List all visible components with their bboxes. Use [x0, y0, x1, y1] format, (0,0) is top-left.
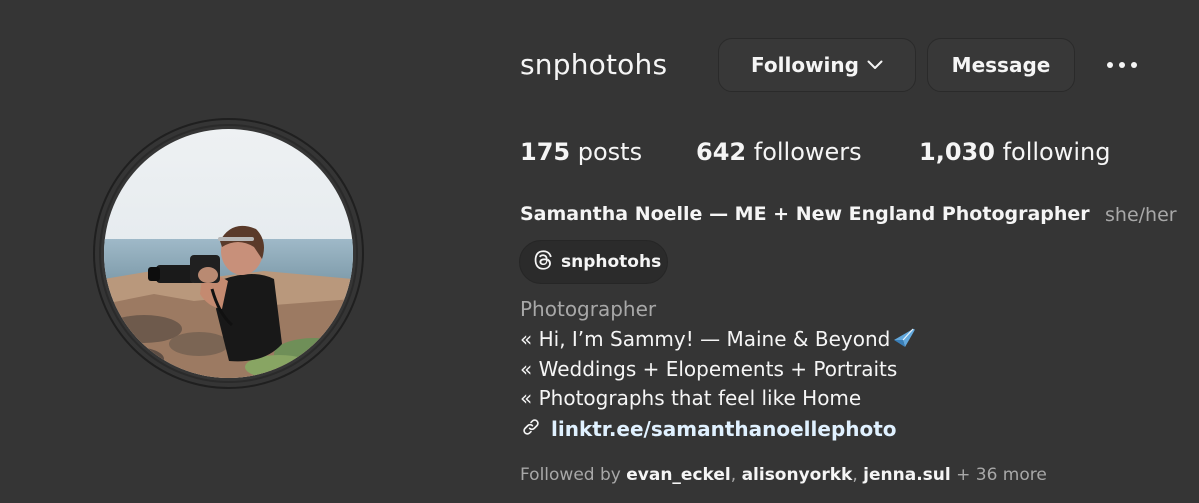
bio-link[interactable]: linktr.ee/samanthanoellephoto [520, 416, 897, 442]
following-button[interactable]: Following [718, 38, 916, 92]
link-icon [520, 416, 542, 442]
following-label: following [1002, 138, 1111, 166]
followers-count: 642 [696, 138, 747, 166]
separator: , [730, 465, 742, 485]
more-dot [1131, 62, 1137, 68]
more-dot [1107, 62, 1113, 68]
profile-category: Photographer [520, 297, 657, 321]
bio-line: « Hi, I’m Sammy! — Maine & Beyond [520, 327, 916, 354]
avatar-photo [104, 129, 353, 378]
threads-icon [532, 249, 554, 276]
avatar[interactable] [104, 129, 353, 378]
more-options-icon[interactable] [1098, 53, 1146, 77]
threads-handle: snphotohs [561, 252, 662, 272]
followed-by-prefix: Followed by [520, 465, 621, 485]
threads-badge[interactable]: snphotohs [519, 240, 668, 284]
followed-by[interactable]: Followed by evan_eckel, alisonyorkk, jen… [520, 465, 1047, 485]
followers-label: followers [753, 138, 862, 166]
profile-username: snphotohs [520, 48, 668, 81]
separator: , [852, 465, 864, 485]
bio-line: « Weddings + Elopements + Portraits [520, 357, 898, 381]
following-stat[interactable]: 1,030 following [919, 138, 1110, 166]
more-dot [1119, 62, 1125, 68]
avatar-ring-inner [99, 124, 358, 383]
mutual-follower[interactable]: jenna.sul [863, 465, 951, 485]
posts-label: posts [577, 138, 643, 166]
airplane-emoji [892, 327, 916, 354]
mutual-follower[interactable]: evan_eckel [626, 465, 731, 485]
following-button-label: Following [751, 53, 859, 77]
profile-full-name: Samantha Noelle — ME + New England Photo… [520, 203, 1090, 225]
message-button-label: Message [951, 53, 1051, 77]
followers-stat[interactable]: 642 followers [696, 138, 862, 166]
followed-by-suffix: + 36 more [956, 465, 1047, 485]
profile-avatar-ring[interactable] [93, 118, 364, 389]
mutual-follower[interactable]: alisonyorkk [742, 465, 853, 485]
bio-line-text: « Hi, I’m Sammy! — Maine & Beyond [520, 327, 891, 351]
message-button[interactable]: Message [927, 38, 1075, 92]
bio-link-text[interactable]: linktr.ee/samanthanoellephoto [551, 417, 897, 441]
profile-header: snphotohs Following Message 175 posts 64… [0, 0, 1199, 503]
posts-stat: 175 posts [520, 138, 642, 166]
following-count: 1,030 [919, 138, 995, 166]
chevron-down-icon [867, 60, 883, 70]
profile-pronouns: she/her [1105, 204, 1177, 226]
bio-line: « Photographs that feel like Home [520, 386, 862, 410]
posts-count: 175 [520, 138, 571, 166]
